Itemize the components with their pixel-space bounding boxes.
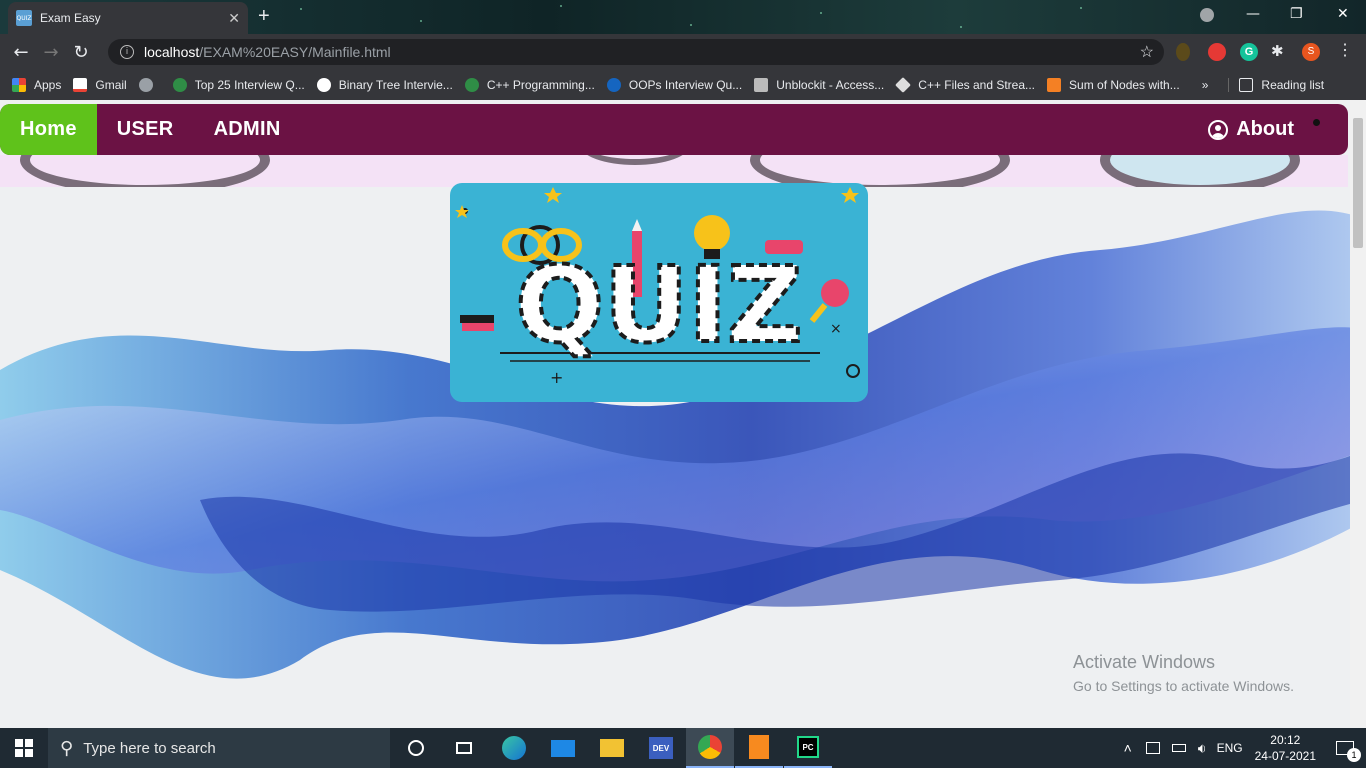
nav-admin[interactable]: ADMIN [194, 104, 301, 155]
status-dot [1313, 119, 1320, 126]
battery-icon[interactable] [1171, 744, 1186, 752]
profile-avatar[interactable]: S [1302, 43, 1320, 61]
devcpp-icon[interactable]: DEV [637, 728, 685, 768]
notification-count-badge: 1 [1347, 748, 1361, 762]
clock[interactable]: 20:12 24-07-2021 [1255, 732, 1316, 764]
sublime-text-icon[interactable] [735, 728, 783, 768]
quiz-logo-text: QUIZ [516, 244, 803, 366]
tray-chevron-icon[interactable]: ˄ [1124, 740, 1132, 756]
restore-icon[interactable]: ❐ [1290, 6, 1303, 22]
mail-icon[interactable] [539, 728, 587, 768]
nav-about-label: About [1236, 118, 1294, 140]
system-tray: ˄ 🔉︎ ENG 20:12 24-07-2021 1 [1124, 728, 1366, 768]
clock-time: 20:12 [1270, 733, 1301, 747]
globe-icon [138, 78, 153, 92]
grammarly-icon[interactable]: G [1240, 43, 1258, 61]
edge-icon[interactable] [490, 728, 538, 768]
extension-shield-icon[interactable] [1208, 43, 1226, 61]
e-icon [606, 78, 621, 92]
watermark-subtitle: Go to Settings to activate Windows. [1073, 678, 1294, 694]
browser-menu-icon[interactable]: ⋮ [1336, 43, 1354, 61]
url-path: /EXAM%20EASY/Mainfile.html [199, 44, 391, 60]
apps-grid-icon [12, 78, 26, 92]
gfg-icon [464, 78, 479, 92]
tab-title: Exam Easy [40, 11, 101, 25]
windows-logo-icon [15, 739, 33, 757]
profile-menu-icon[interactable] [1200, 8, 1214, 22]
taskbar-search-box[interactable]: ⚲ Type here to search [48, 728, 390, 768]
windows-start-button[interactable] [0, 728, 48, 768]
bookmark-item[interactable]: Top 25 Interview Q... [172, 78, 305, 92]
bookmark-item[interactable]: OOPs Interview Qu... [606, 78, 742, 92]
extension-lightbulb-icon[interactable] [1176, 43, 1190, 61]
back-arrow-icon[interactable]: ← [6, 42, 36, 63]
bookmark-globe[interactable] [138, 78, 161, 92]
quiz-doodle-art: QUIZ + × [455, 187, 860, 387]
bookmark-item[interactable]: Sum of Nodes with... [1047, 78, 1180, 92]
bookmarks-overflow-icon[interactable]: » [1202, 78, 1209, 92]
bookmark-item[interactable]: C++ Programming... [464, 78, 595, 92]
reload-icon[interactable]: ↻ [66, 42, 96, 63]
search-icon: ⚲ [60, 737, 74, 759]
nav-home[interactable]: Home [0, 104, 97, 155]
browser-tab[interactable]: QUIZ Exam Easy ✕ [8, 2, 248, 34]
gfg-icon [172, 78, 187, 92]
bookmark-apps[interactable]: Apps [12, 78, 61, 92]
notification-center-tray-icon[interactable] [1145, 742, 1160, 754]
close-tab-icon[interactable]: ✕ [228, 10, 240, 27]
bookmark-item[interactable]: Binary Tree Intervie... [316, 78, 453, 92]
extensions-puzzle-icon[interactable]: ✱ [1271, 43, 1289, 61]
scrollbar-thumb[interactable] [1353, 118, 1363, 248]
url-host: localhost [144, 44, 200, 60]
svg-text:+: + [550, 368, 563, 387]
reading-list-icon [1239, 78, 1254, 92]
ub-icon [754, 78, 769, 92]
diamond-icon [895, 77, 912, 93]
page-scrollbar[interactable] [1350, 100, 1366, 728]
forward-arrow-icon[interactable]: → [36, 42, 66, 63]
speaker-icon[interactable]: 🔉︎ [1198, 740, 1207, 757]
browser-tab-strip: QUIZ Exam Easy ✕ + — ❐ ✕ [0, 0, 1366, 34]
browser-toolbar: ← → ↻ i localhost/EXAM%20EASY/Mainfile.h… [0, 34, 1366, 70]
gmail-icon [73, 78, 88, 92]
reading-list-button[interactable]: Reading list [1228, 78, 1324, 92]
watermark-title: Activate Windows [1073, 652, 1216, 672]
windows-taskbar: ⚲ Type here to search DEV PC ˄ 🔉︎ ENG 20… [0, 728, 1366, 768]
bookmark-item[interactable]: C++ Files and Strea... [895, 77, 1035, 93]
bookmark-gmail[interactable]: Gmail [73, 78, 127, 92]
file-explorer-icon[interactable] [588, 728, 636, 768]
svg-text:×: × [830, 321, 842, 337]
quiz-logo-banner: QUIZ + × [450, 183, 868, 402]
notifications-icon[interactable]: 1 [1336, 741, 1361, 762]
cortana-icon[interactable] [392, 728, 440, 768]
site-info-icon[interactable]: i [120, 45, 134, 59]
main-navbar: Home USER ADMIN About [0, 104, 1348, 155]
language-indicator[interactable]: ENG [1217, 741, 1243, 755]
interviewbit-icon [316, 78, 331, 92]
stack-icon [1047, 78, 1062, 92]
tab-favicon: QUIZ [16, 10, 32, 26]
bookmarks-bar: Apps Gmail Top 25 Interview Q... Binary … [0, 70, 1366, 100]
nav-user[interactable]: USER [97, 104, 194, 155]
page-viewport: Home USER ADMIN About QUIZ + × Activate … [0, 100, 1366, 728]
user-circle-icon [1208, 119, 1229, 140]
bookmark-star-icon[interactable]: ☆ [1140, 42, 1154, 62]
window-close-icon[interactable]: ✕ [1337, 6, 1349, 22]
minimize-icon[interactable]: — [1246, 6, 1260, 22]
task-view-icon[interactable] [440, 728, 488, 768]
search-placeholder: Type here to search [83, 739, 216, 757]
address-bar[interactable]: i localhost/EXAM%20EASY/Mainfile.html ☆ [108, 39, 1164, 65]
new-tab-button[interactable]: + [258, 6, 270, 26]
bookmark-item[interactable]: Unblockit - Access... [754, 78, 884, 92]
activate-windows-watermark: Activate Windows Go to Settings to activ… [1073, 652, 1294, 694]
clock-date: 24-07-2021 [1254, 749, 1316, 763]
chrome-icon[interactable] [686, 728, 734, 768]
nav-about[interactable]: About [1208, 104, 1294, 155]
pycharm-icon[interactable]: PC [784, 728, 832, 768]
